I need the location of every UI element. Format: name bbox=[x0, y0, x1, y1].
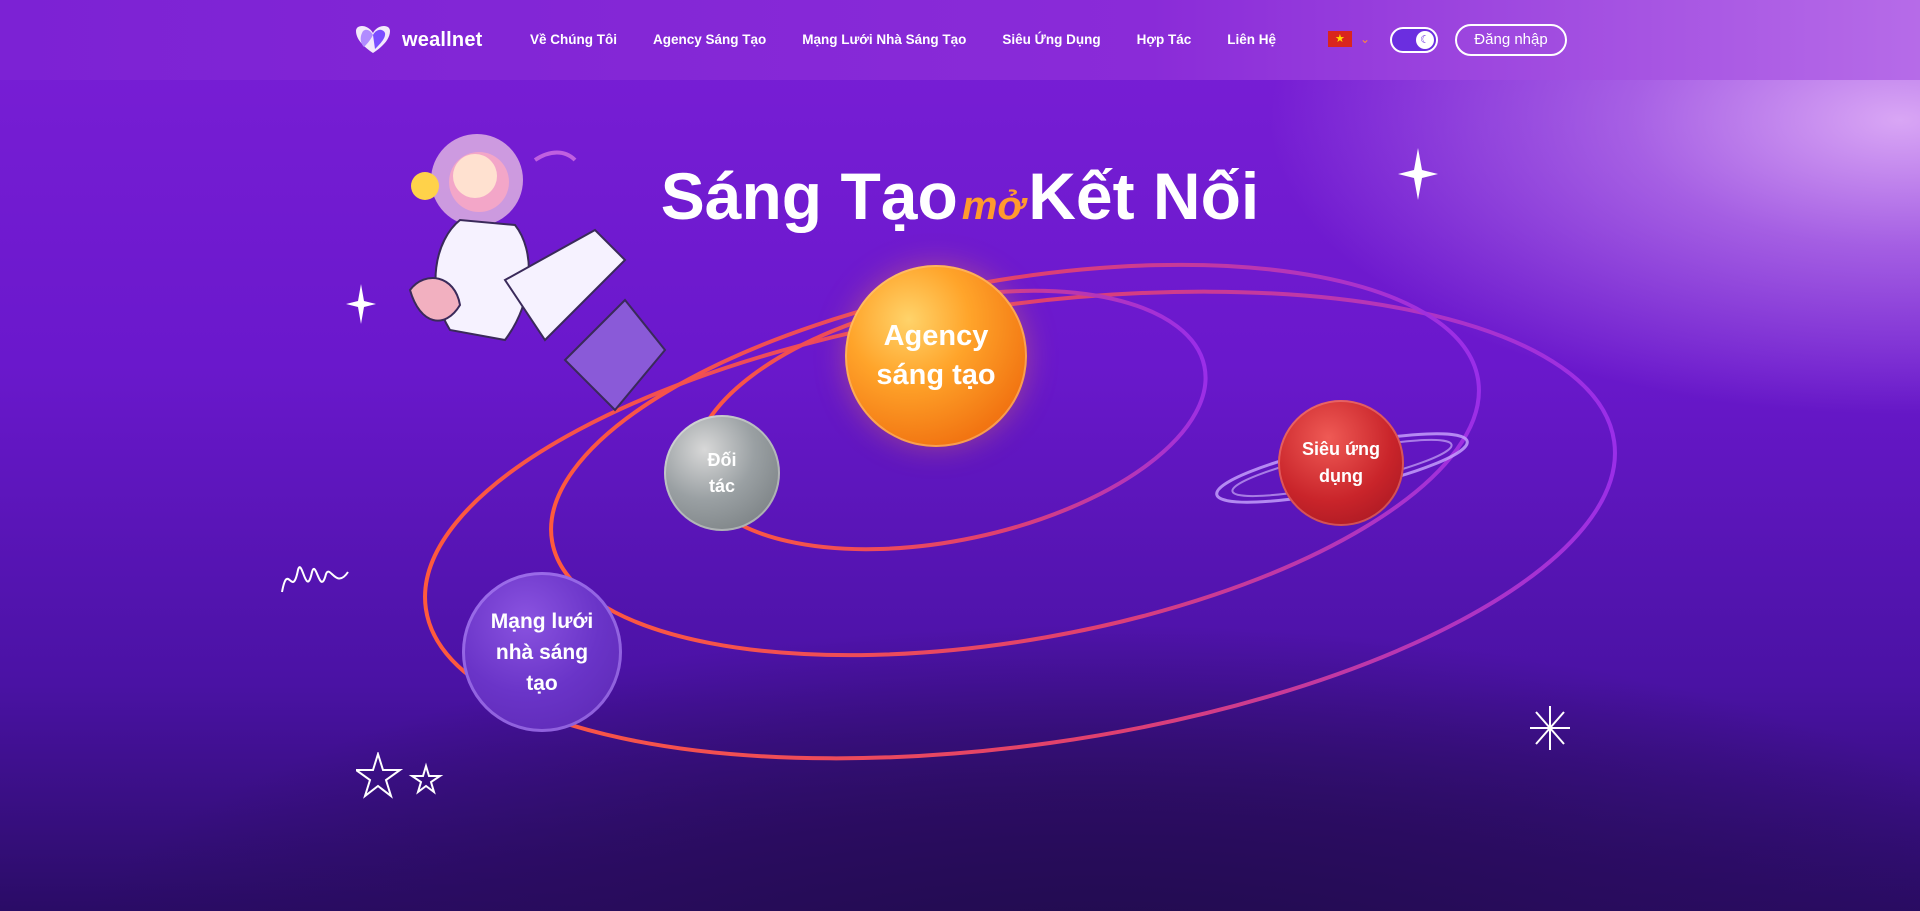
planet-label-line: tác bbox=[708, 476, 735, 496]
planet-sieu-ung-dung[interactable]: Siêu ứng dụng bbox=[1278, 400, 1404, 526]
hero-title-right: Kết Nối bbox=[1028, 159, 1260, 233]
planet-label-line: Siêu ứng bbox=[1301, 439, 1381, 459]
hero-title-mid: mở bbox=[961, 184, 1025, 228]
planet-label-line: sáng tạo bbox=[876, 359, 996, 391]
planet-label-line: Mạng lưới bbox=[490, 609, 594, 633]
planet-doi-tac[interactable]: Đối tác bbox=[664, 415, 780, 531]
squiggle-icon bbox=[281, 566, 349, 593]
planet-label-line: Đối bbox=[707, 450, 737, 470]
planet-agency-label: Agency sáng tạo bbox=[876, 317, 995, 395]
planet-label-line: tạo bbox=[526, 671, 558, 695]
hero-title-left: Sáng Tạo bbox=[660, 159, 958, 233]
sparkle-icon bbox=[1530, 706, 1570, 750]
planet-label-line: Agency bbox=[883, 320, 989, 352]
planet-sieu-label: Siêu ứng dụng bbox=[1302, 436, 1380, 490]
planet-agency-sang-tao[interactable]: Agency sáng tạo bbox=[845, 265, 1027, 447]
planet-label-line: dụng bbox=[1319, 466, 1363, 486]
planet-label-line: nhà sáng bbox=[495, 640, 589, 664]
star-outline-icon bbox=[356, 752, 444, 799]
hero-title: Sáng Tạo mởKết Nối bbox=[0, 158, 1920, 234]
planet-doitac-label: Đối tác bbox=[708, 447, 737, 499]
planet-mang-luoi-nha-sang-tao[interactable]: Mạng lưới nhà sáng tạo bbox=[462, 572, 622, 732]
orbit-rings bbox=[423, 262, 1617, 761]
sparkle-icon bbox=[346, 284, 376, 324]
planet-mang-label: Mạng lưới nhà sáng tạo bbox=[491, 606, 593, 699]
